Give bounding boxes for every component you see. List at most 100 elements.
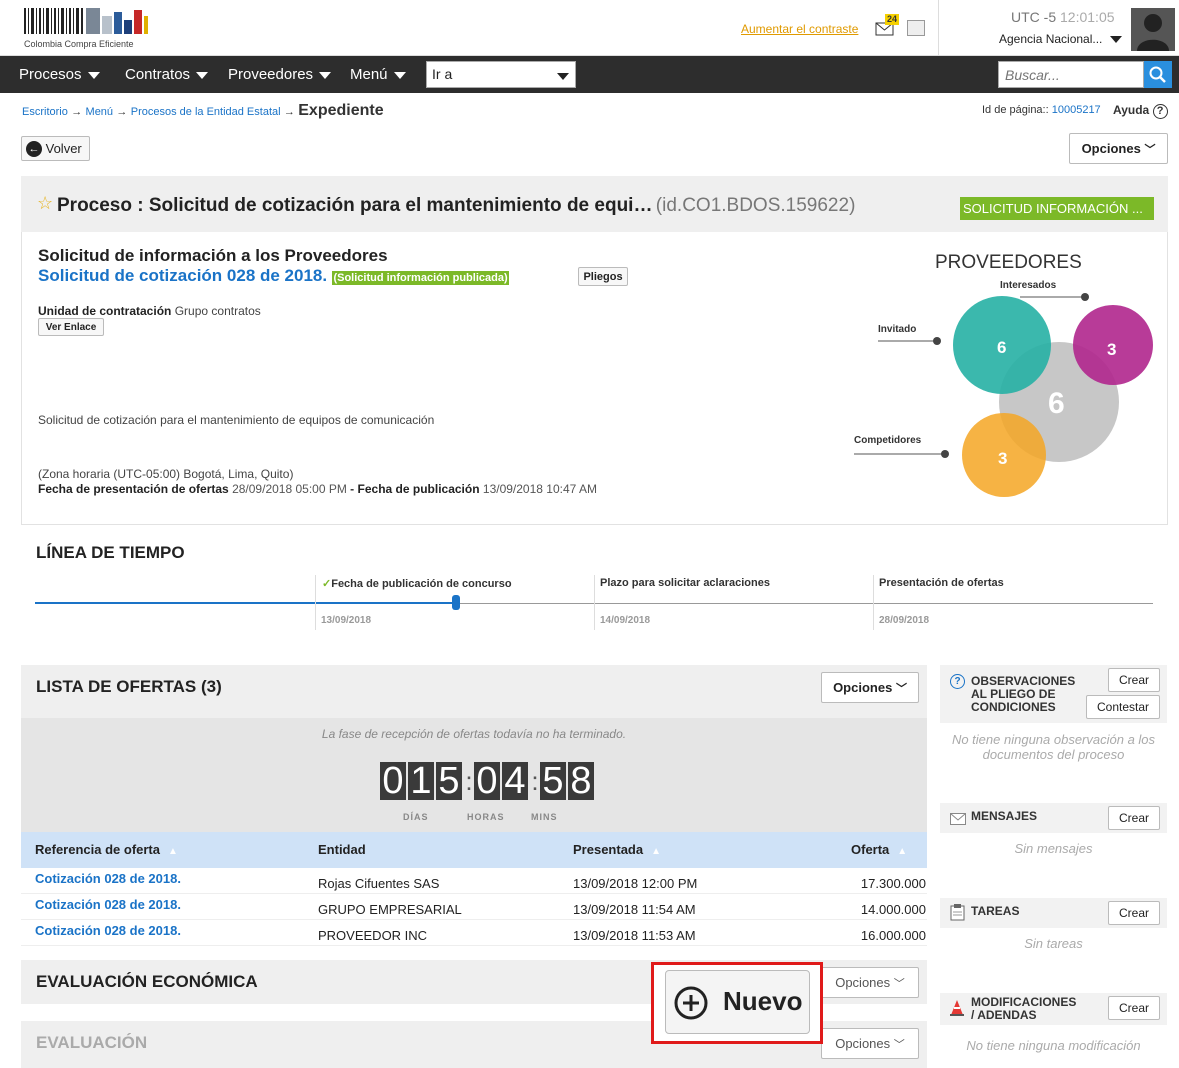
- chevron-down-icon: ﹀: [893, 1038, 905, 1051]
- clock: UTC -5 12:01:05: [1011, 9, 1115, 25]
- countdown-separator: :: [465, 766, 473, 796]
- unit-row: Unidad de contratación Grupo contratos: [38, 304, 261, 318]
- page-id-label: Id de página::: [982, 104, 1049, 116]
- agency-name: Agencia Nacional...: [999, 32, 1103, 46]
- options-label: Opciones: [1081, 140, 1141, 156]
- providers-bubbles: [854, 293, 1153, 497]
- countdown-separator: :: [531, 766, 539, 796]
- nav-label: Proveedores: [228, 66, 314, 83]
- process-name-badge: (Solicitud información publicada): [332, 271, 509, 285]
- search-input[interactable]: [998, 61, 1144, 88]
- offer-ref-link[interactable]: Cotización 028 de 2018.: [35, 897, 181, 912]
- nav-menu[interactable]: Menú: [350, 56, 406, 93]
- timeline-tick: [873, 575, 874, 630]
- col-label: Oferta: [851, 842, 890, 857]
- table-row[interactable]: Cotización 028 de 2018. PROVEEDOR INC 13…: [21, 920, 927, 946]
- chevron-down-icon: ﹀: [1144, 143, 1156, 156]
- pliegos-button[interactable]: Pliegos: [578, 267, 628, 286]
- countdown-notice: La fase de recepción de ofertas todavía …: [321, 727, 627, 741]
- unit-value: Grupo contratos: [174, 304, 261, 318]
- countdown-panel: La fase de recepción de ofertas todavía …: [21, 718, 927, 832]
- chevron-down-icon: [87, 71, 100, 79]
- process-body: Solicitud de información a los Proveedor…: [21, 232, 1168, 525]
- timeline-tick: [594, 575, 595, 630]
- mail-icon[interactable]: 24: [875, 14, 900, 36]
- nav-procesos[interactable]: Procesos: [19, 56, 100, 93]
- col-ref[interactable]: Referencia de oferta ▲: [35, 832, 178, 870]
- logo[interactable]: Colombia Compra Eficiente: [24, 6, 148, 50]
- messages-create-button[interactable]: Crear: [1108, 806, 1160, 830]
- col-label: Entidad: [318, 842, 366, 857]
- offer-entity: PROVEEDOR INC: [318, 928, 428, 943]
- sidebar-messages: MENSAJES Crear: [940, 803, 1167, 833]
- options-button[interactable]: Opciones ﹀: [1069, 133, 1168, 164]
- timeline-tick: [315, 575, 316, 630]
- offer-date: 13/09/2018 11:53 AM: [573, 928, 696, 943]
- process-header: ☆ Proceso : Solicitud de cotización para…: [21, 176, 1168, 232]
- economic-options-button[interactable]: Opciones ﹀: [821, 967, 919, 998]
- pub-date: 13/09/2018 10:47 AM: [482, 482, 597, 496]
- evaluation-options-button[interactable]: Opciones ﹀: [821, 1028, 919, 1059]
- offer-ref-link[interactable]: Cotización 028 de 2018.: [35, 923, 181, 938]
- timeline-step-label: ✓Fecha de publicación de concurso: [322, 577, 512, 590]
- table-row[interactable]: Cotización 028 de 2018. GRUPO EMPRESARIA…: [21, 894, 927, 920]
- observations-reply-button[interactable]: Contestar: [1086, 695, 1160, 719]
- offer-date: 28/09/2018 05:00 PM: [232, 482, 347, 496]
- agency-selector[interactable]: Agencia Nacional...: [999, 32, 1122, 46]
- leader-dot-invited: [933, 337, 941, 345]
- tasks-create-button[interactable]: Crear: [1108, 901, 1160, 925]
- back-button[interactable]: ← Volver: [21, 136, 90, 161]
- tasks-title: TAREAS: [971, 904, 1020, 918]
- table-row[interactable]: Cotización 028 de 2018. Rojas Cifuentes …: [21, 868, 927, 894]
- nav-proveedores[interactable]: Proveedores: [228, 56, 332, 93]
- clipboard-icon: [950, 904, 965, 921]
- offer-ref-link[interactable]: Cotización 028 de 2018.: [35, 871, 181, 886]
- amendments-create-button[interactable]: Crear: [1108, 996, 1160, 1020]
- breadcrumb-escritorio[interactable]: Escritorio: [22, 106, 68, 118]
- count-competitors: 3: [998, 449, 1008, 468]
- breadcrumb-procesos[interactable]: Procesos de la Entidad Estatal: [131, 106, 281, 118]
- observations-create-button[interactable]: Crear: [1108, 668, 1160, 692]
- count-invited: 6: [997, 338, 1007, 357]
- goto-select[interactable]: Ir a: [426, 61, 576, 88]
- label-interested: Interesados: [1000, 280, 1057, 291]
- providers-title: PROVEEDORES: [935, 252, 1082, 273]
- observations-title: OBSERVACIONES AL PLIEGO DE CONDICIONES: [971, 674, 1076, 714]
- timeline-marker[interactable]: [452, 595, 460, 610]
- countdown-label-hours: HORAS: [467, 812, 505, 822]
- breadcrumb: Escritorio → Menú → Procesos de la Entid…: [22, 101, 384, 122]
- offers-table-header: Referencia de oferta ▲ Entidad Presentada…: [21, 832, 927, 868]
- col-amount[interactable]: Oferta ▲: [851, 832, 907, 870]
- logo-text: Colombia Compra Eficiente: [24, 39, 134, 49]
- highlight-frame: Nuevo: [651, 962, 823, 1044]
- col-date[interactable]: Presentada ▲: [573, 832, 661, 870]
- sort-icon: ▲: [168, 846, 178, 857]
- avatar[interactable]: [1131, 8, 1175, 51]
- sort-icon: ▲: [897, 846, 908, 857]
- process-name-row: Solicitud de cotización 028 de 2018. (So…: [38, 266, 509, 286]
- process-name: Solicitud de cotización 028 de 2018.: [38, 266, 328, 285]
- offers-header: LISTA DE OFERTAS (3) Opciones ﹀: [21, 665, 927, 718]
- new-evaluation-button[interactable]: Nuevo: [665, 970, 810, 1034]
- sidebar-amendments: MODIFICACIONES / ADENDAS Crear: [940, 993, 1167, 1025]
- contrast-link[interactable]: Aumentar el contraste: [741, 22, 858, 36]
- search-button[interactable]: [1144, 61, 1172, 88]
- star-icon[interactable]: ☆: [37, 193, 53, 214]
- col-entity[interactable]: Entidad: [318, 832, 366, 868]
- nav-contratos[interactable]: Contratos: [125, 56, 209, 93]
- chevron-down-icon: [393, 71, 406, 79]
- offers-options-button[interactable]: Opciones ﹀: [821, 672, 919, 703]
- page-id-value: 10005217: [1051, 104, 1101, 116]
- offer-date-label: Fecha de presentación de ofertas: [38, 482, 229, 496]
- offer-entity: Rojas Cifuentes SAS: [318, 876, 440, 891]
- offer-amount: 16.000.000: [860, 928, 926, 943]
- view-link-button[interactable]: Ver Enlace: [38, 318, 104, 336]
- help-label: Ayuda: [1113, 103, 1150, 117]
- process-subtitle: Solicitud de información a los Proveedor…: [38, 246, 388, 265]
- breadcrumb-menu[interactable]: Menú: [86, 106, 114, 118]
- timeline-title: LÍNEA DE TIEMPO: [36, 543, 185, 562]
- notification-icon[interactable]: [907, 20, 925, 36]
- process-description: Solicitud de cotización para el mantenim…: [38, 413, 435, 427]
- help-link[interactable]: Ayuda ?: [1113, 103, 1168, 119]
- timeline-step-date: 14/09/2018: [600, 615, 651, 626]
